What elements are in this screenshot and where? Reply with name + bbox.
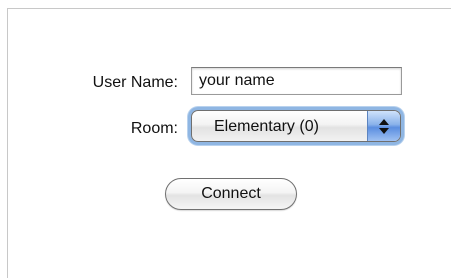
room-selected-value: Elementary (0) xyxy=(214,118,319,135)
up-down-chevron-icon[interactable] xyxy=(367,111,400,141)
login-panel xyxy=(7,8,451,278)
connect-button[interactable]: Connect xyxy=(165,178,297,210)
username-field[interactable] xyxy=(191,67,402,95)
arrow-down-icon xyxy=(379,128,389,134)
username-label: User Name: xyxy=(92,74,178,91)
room-label: Room: xyxy=(130,120,178,137)
room-select[interactable]: Elementary (0) xyxy=(191,110,401,142)
arrow-up-icon xyxy=(379,119,389,125)
